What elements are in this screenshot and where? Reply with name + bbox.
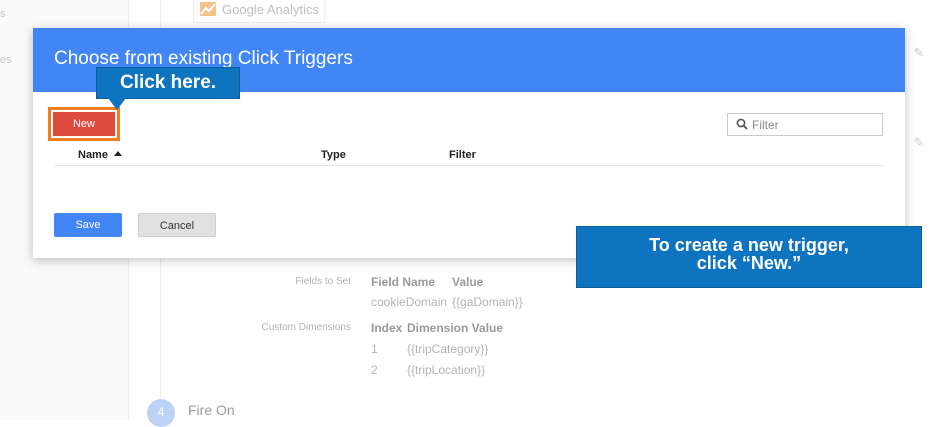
instruction-callout: To create a new trigger, click “New.” xyxy=(576,226,922,288)
filter-input[interactable] xyxy=(752,116,878,133)
column-header-type[interactable]: Type xyxy=(321,149,346,161)
dimension-index: 1 xyxy=(371,342,378,356)
dimension-value-header: Dimension Value xyxy=(407,321,504,335)
new-button-highlight: New xyxy=(48,107,120,141)
fire-on-step-title[interactable]: Fire On xyxy=(188,402,235,418)
cancel-button[interactable]: Cancel xyxy=(138,213,216,237)
dimension-index: 2 xyxy=(371,363,378,377)
new-trigger-button[interactable]: New xyxy=(53,112,115,136)
index-header: Index xyxy=(371,321,403,335)
column-header-label: Name xyxy=(78,149,108,161)
left-nav-item[interactable]: s xyxy=(0,8,6,20)
instruction-line: click “New.” xyxy=(696,253,802,273)
table-divider xyxy=(54,165,884,166)
left-nav-item[interactable]: es xyxy=(0,54,12,66)
filter-field[interactable] xyxy=(727,113,883,136)
sort-ascending-icon xyxy=(113,151,122,156)
callout-pointer xyxy=(108,98,126,110)
save-button[interactable]: Save xyxy=(54,213,122,237)
edit-pencil-icon[interactable]: ✎ xyxy=(912,46,926,60)
dimension-value: {{tripLocation}} xyxy=(407,363,486,377)
column-header-name[interactable]: Name xyxy=(78,149,122,161)
choose-trigger-dialog: Choose from existing Click Triggers New … xyxy=(33,28,905,258)
value-header: Value xyxy=(452,275,484,289)
google-analytics-card: Google Analytics xyxy=(193,0,325,23)
edit-pencil-icon[interactable]: ✎ xyxy=(912,136,926,150)
step-number-badge: 4 xyxy=(147,399,175,427)
search-icon xyxy=(736,118,748,130)
google-analytics-label: Google Analytics xyxy=(222,2,319,17)
field-name-value: cookieDomain xyxy=(371,295,448,309)
click-here-callout: Click here. xyxy=(96,67,240,99)
field-value: {{gaDomain}} xyxy=(452,295,523,309)
custom-dimensions-label: Custom Dimensions xyxy=(261,322,351,333)
instruction-line: To create a new trigger, xyxy=(649,235,849,255)
google-analytics-logo-icon xyxy=(200,2,216,16)
field-name-header: Field Name xyxy=(371,275,436,289)
dimension-value: {{tripCategory}} xyxy=(407,342,489,356)
column-header-filter[interactable]: Filter xyxy=(449,149,476,161)
fields-to-set-label: Fields to Set xyxy=(295,276,351,287)
